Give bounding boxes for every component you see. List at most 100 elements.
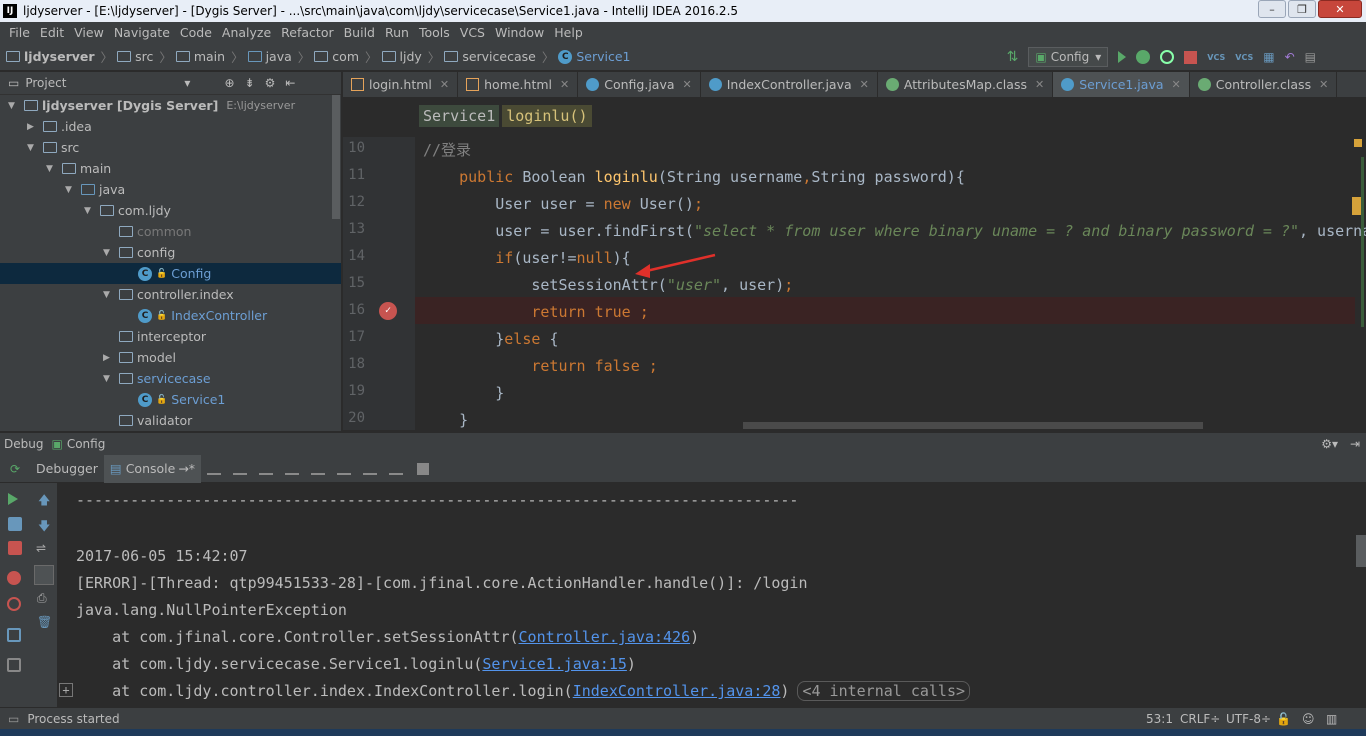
step-out-icon[interactable] [311, 463, 326, 475]
code-line[interactable]: //登录 [423, 137, 471, 164]
trace-link[interactable]: IndexController.java:28 [573, 682, 781, 700]
step-over-icon[interactable] [233, 463, 248, 475]
drop-frame-icon[interactable] [337, 463, 352, 475]
warning-marker-icon[interactable] [1354, 139, 1362, 147]
close-icon[interactable]: ✕ [560, 78, 569, 91]
view-breakpoints-icon[interactable] [7, 571, 21, 585]
close-icon[interactable]: ✕ [1035, 78, 1044, 91]
breakpoint-icon[interactable]: ✓ [379, 302, 397, 320]
hector-icon[interactable]: ☺ [1302, 712, 1315, 726]
close-icon[interactable]: ✕ [860, 78, 869, 91]
debug-config-label[interactable]: Config [67, 437, 106, 451]
code-line[interactable]: user = user.findFirst("select * from use… [423, 218, 1366, 245]
tree-item[interactable]: C 🔓 IndexController [0, 305, 267, 326]
menu-item-window[interactable]: Window [490, 25, 549, 40]
run-to-cursor-icon[interactable] [363, 463, 378, 475]
internal-calls-fold[interactable]: <4 internal calls> [797, 681, 971, 701]
menu-item-code[interactable]: Code [175, 25, 217, 40]
code-line[interactable]: }else { [423, 326, 558, 353]
code-line[interactable]: } [423, 407, 468, 430]
menu-item-tools[interactable]: Tools [414, 25, 455, 40]
force-step-into-icon[interactable] [285, 463, 300, 475]
trace-link[interactable]: Controller.java:426 [519, 628, 691, 646]
rerun-icon[interactable]: ⟳ [0, 462, 30, 476]
tree-item[interactable]: ▼ java [0, 179, 125, 200]
breadcrumb-item[interactable]: C Service1 [558, 49, 631, 64]
tree-item[interactable]: ▼ servicecase [0, 368, 211, 389]
menu-item-navigate[interactable]: Navigate [109, 25, 175, 40]
menu-item-help[interactable]: Help [549, 25, 588, 40]
chevron-down-icon[interactable]: ▼ [103, 248, 115, 258]
close-icon[interactable]: ✕ [1319, 78, 1328, 91]
clear-all-icon[interactable]: 🗑 [37, 615, 52, 629]
vcs-commit-icon[interactable]: VCS [1235, 53, 1253, 62]
pause-icon[interactable] [8, 517, 22, 531]
show-execution-point-icon[interactable] [207, 463, 222, 475]
tab-attributesmap-class[interactable]: AttributesMap.class ✕ [878, 72, 1054, 97]
scroll-to-end-icon[interactable] [34, 565, 54, 585]
gear-icon[interactable]: ⚙▾ [1321, 437, 1338, 451]
resume-icon[interactable] [8, 493, 18, 505]
debug-icon[interactable] [1136, 50, 1151, 64]
arrow-up-icon[interactable]: 🡅 [38, 491, 50, 512]
tree-item[interactable]: ▶ .idea [0, 116, 92, 137]
build-icon[interactable]: ⇅ [1007, 49, 1019, 65]
project-panel-title[interactable]: Project [25, 76, 66, 90]
tab-login-html[interactable]: login.html ✕ [343, 72, 459, 97]
breadcrumb-item[interactable]: src 〉 [117, 47, 172, 66]
close-icon[interactable]: ✕ [1172, 78, 1181, 91]
tab-indexcontroller-java[interactable]: IndexController.java ✕ [701, 72, 878, 97]
menu-item-edit[interactable]: Edit [35, 25, 69, 40]
tab-console[interactable]: ▤ Console →* [103, 454, 202, 483]
tree-item[interactable]: C 🔓 Service1 [0, 389, 225, 410]
tree-item[interactable]: validator [0, 410, 192, 431]
event-log-icon[interactable]: ▥ [1326, 712, 1337, 726]
editor-horizontal-scrollbar[interactable] [743, 422, 1203, 429]
tree-item[interactable]: ▼ main [0, 158, 111, 179]
menu-item-vcs[interactable]: VCS [455, 25, 490, 40]
mute-breakpoints-icon[interactable] [7, 597, 21, 611]
menu-item-run[interactable]: Run [380, 25, 414, 40]
close-icon[interactable]: ✕ [440, 78, 449, 91]
console-scrollbar[interactable] [1356, 535, 1366, 567]
tree-item[interactable]: ▼ ljdyserver [Dygis Server] E:\ljdyserver [0, 95, 295, 116]
tree-item[interactable]: ▶ model [0, 347, 176, 368]
tab-home-html[interactable]: home.html ✕ [458, 72, 579, 97]
caret-position[interactable]: 53:1 [1146, 712, 1173, 726]
hide-panel-icon[interactable]: ⇥ [1350, 437, 1360, 451]
file-encoding[interactable]: UTF-8÷ [1226, 712, 1271, 726]
stop-icon[interactable] [8, 541, 22, 555]
menu-item-view[interactable]: View [69, 25, 109, 40]
print-icon[interactable]: ⎙ [37, 591, 47, 606]
chevron-down-icon[interactable]: ▼ [8, 101, 20, 111]
chevron-down-icon[interactable]: ▼ [46, 164, 58, 174]
breadcrumb-item[interactable]: java 〉 [247, 47, 310, 66]
breadcrumb-item[interactable]: main 〉 [175, 47, 244, 66]
tool-windows-icon[interactable]: ▭ [8, 712, 19, 726]
trace-link[interactable]: Service1.java:15 [482, 655, 627, 673]
tab-debugger[interactable]: Debugger [30, 455, 104, 483]
chevron-down-icon[interactable]: ▼ [103, 290, 115, 300]
breadcrumb-item[interactable]: com 〉 [314, 47, 378, 66]
arrow-down-icon[interactable]: 🡇 [38, 517, 50, 538]
vcs-history-icon[interactable]: ▦ [1263, 50, 1274, 64]
structure-icon[interactable]: ▤ [1305, 50, 1316, 64]
tree-item[interactable]: common [0, 221, 191, 242]
tree-scrollbar[interactable] [332, 95, 340, 219]
revert-icon[interactable]: ↶ [1285, 50, 1295, 64]
coverage-icon[interactable] [1160, 50, 1175, 64]
expand-icon[interactable]: + [59, 683, 73, 697]
code-line[interactable]: setSessionAttr("user", user); [423, 272, 793, 299]
tree-item[interactable]: ▼ controller.index [0, 284, 234, 305]
code-line[interactable]: if(user!=null){ [423, 245, 630, 272]
run-config-select[interactable]: ▣ Config ▾ [1028, 47, 1109, 67]
step-into-icon[interactable] [259, 463, 274, 475]
chevron-right-icon[interactable]: ▶ [27, 122, 39, 132]
code-line[interactable]: return true ; [423, 299, 648, 326]
close-icon[interactable]: ✕ [683, 78, 692, 91]
menu-item-file[interactable]: File [4, 25, 35, 40]
locate-icon[interactable]: ⊕ [224, 76, 234, 90]
breadcrumb-item[interactable]: servicecase 〉 [444, 47, 554, 66]
breadcrumb-item[interactable]: ljdyserver 〉 [6, 47, 113, 66]
code-editor[interactable]: Service1 loginlu() 10 11 12 13 14 15 16 17 18 19 2… [343, 97, 1366, 430]
